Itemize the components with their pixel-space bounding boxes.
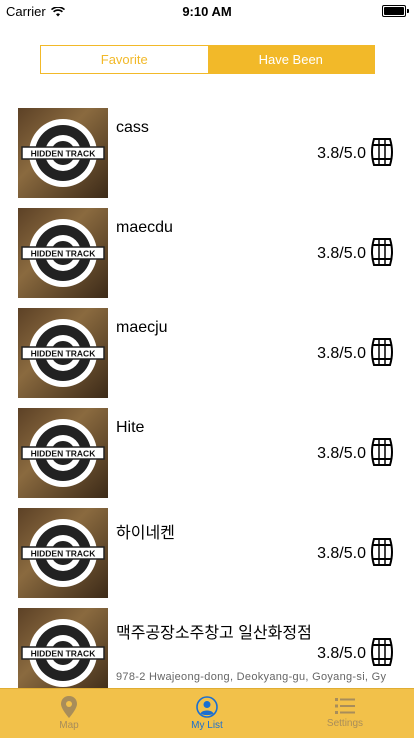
thumbnail-image: HIDDEN TRACK [18, 508, 108, 598]
item-name: 맥주공장소주창고 일산화정점 [116, 625, 312, 642]
barrel-icon [371, 138, 393, 166]
battery-icon [382, 5, 409, 17]
segmented-control: Favorite Have Been [40, 45, 375, 74]
person-icon [196, 696, 218, 718]
tab-settings-label: Settings [326, 718, 364, 729]
segment-have-been[interactable]: Have Been [207, 46, 374, 73]
barrel-icon [371, 338, 393, 366]
item-name: cass [116, 119, 149, 136]
list-item[interactable]: HIDDEN TRACK cass 3.8/5.0 [0, 100, 414, 200]
thumb-logo-text: HIDDEN TRACK [31, 149, 97, 159]
thumbnail-image: HIDDEN TRACK [18, 108, 108, 198]
status-bar: Carrier 9:10 AM [0, 0, 414, 22]
thumbnail-image: HIDDEN TRACK [18, 608, 108, 698]
item-name: Hite [116, 419, 145, 436]
list-item[interactable]: HIDDEN TRACK Hite 3.8/5.0 [0, 400, 414, 500]
item-name: maecju [116, 319, 168, 336]
list-item[interactable]: HIDDEN TRACK maecdu 3.8/5.0 [0, 200, 414, 300]
tab-settings[interactable]: Settings [276, 689, 414, 738]
item-name: 하이네켄 [116, 525, 175, 542]
tab-map-label: Map [59, 720, 79, 731]
barrel-icon [371, 538, 393, 566]
item-rating: 3.8/5.0 [317, 245, 366, 262]
place-list: HIDDEN TRACK cass 3.8/5.0 HIDDEN TRACK m… [0, 100, 414, 700]
tab-bar: Map My List Settings [0, 688, 414, 738]
barrel-icon [371, 238, 393, 266]
list-icon [335, 698, 355, 714]
tab-my-list-label: My List [191, 720, 223, 731]
segment-favorite[interactable]: Favorite [41, 46, 208, 73]
item-rating: 3.8/5.0 [317, 645, 366, 662]
thumb-logo-text: HIDDEN TRACK [31, 549, 97, 559]
item-address: 978-2 Hwajeong-dong, Deokyang-gu, Goyang… [116, 671, 387, 683]
tab-my-list[interactable]: My List [138, 689, 276, 738]
barrel-icon [371, 438, 393, 466]
item-rating: 3.8/5.0 [317, 345, 366, 362]
item-rating: 3.8/5.0 [317, 545, 366, 562]
list-item[interactable]: HIDDEN TRACK 하이네켄 3.8/5.0 [0, 500, 414, 600]
barrel-icon [371, 638, 393, 666]
status-time: 9:10 AM [182, 4, 232, 19]
thumbnail-image: HIDDEN TRACK [18, 308, 108, 398]
thumb-logo-text: HIDDEN TRACK [31, 449, 97, 459]
thumbnail-image: HIDDEN TRACK [18, 408, 108, 498]
thumb-logo-text: HIDDEN TRACK [31, 649, 97, 659]
map-pin-icon [61, 696, 77, 718]
tab-map[interactable]: Map [0, 689, 138, 738]
thumbnail-image: HIDDEN TRACK [18, 208, 108, 298]
list-item[interactable]: HIDDEN TRACK maecju 3.8/5.0 [0, 300, 414, 400]
item-name: maecdu [116, 219, 173, 236]
thumb-logo-text: HIDDEN TRACK [31, 349, 97, 359]
thumb-logo-text: HIDDEN TRACK [31, 249, 97, 259]
item-rating: 3.8/5.0 [317, 445, 366, 462]
list-item[interactable]: HIDDEN TRACK 맥주공장소주창고 일산화정점 3.8/5.0 978-… [0, 600, 414, 700]
item-rating: 3.8/5.0 [317, 145, 366, 162]
